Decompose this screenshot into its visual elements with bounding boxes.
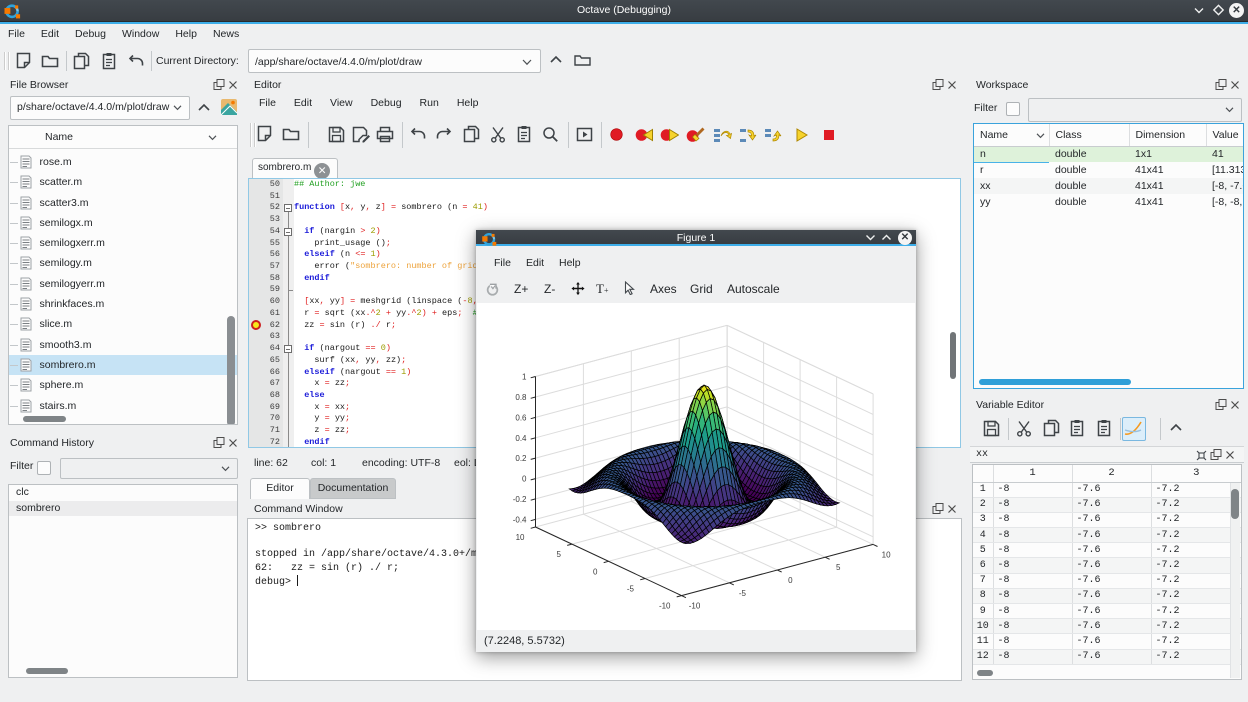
svg-text:0: 0 <box>593 567 598 576</box>
svg-text:10: 10 <box>516 533 525 542</box>
svg-text:0.8: 0.8 <box>515 393 527 402</box>
svg-text:0.4: 0.4 <box>515 434 527 443</box>
svg-text:1: 1 <box>522 373 527 382</box>
svg-text:-0.2: -0.2 <box>513 495 527 504</box>
svg-text:0.2: 0.2 <box>515 454 527 463</box>
svg-text:5: 5 <box>557 550 562 559</box>
svg-text:5: 5 <box>836 563 841 572</box>
svg-text:0: 0 <box>522 475 527 484</box>
svg-text:-10: -10 <box>689 602 701 611</box>
svg-text:-0.4: -0.4 <box>513 515 527 524</box>
svg-text:10: 10 <box>882 550 891 559</box>
svg-text:-5: -5 <box>739 589 747 598</box>
svg-text:0.6: 0.6 <box>515 413 527 422</box>
svg-text:0: 0 <box>788 576 793 585</box>
svg-text:-10: -10 <box>659 602 671 611</box>
svg-text:-5: -5 <box>627 585 635 594</box>
